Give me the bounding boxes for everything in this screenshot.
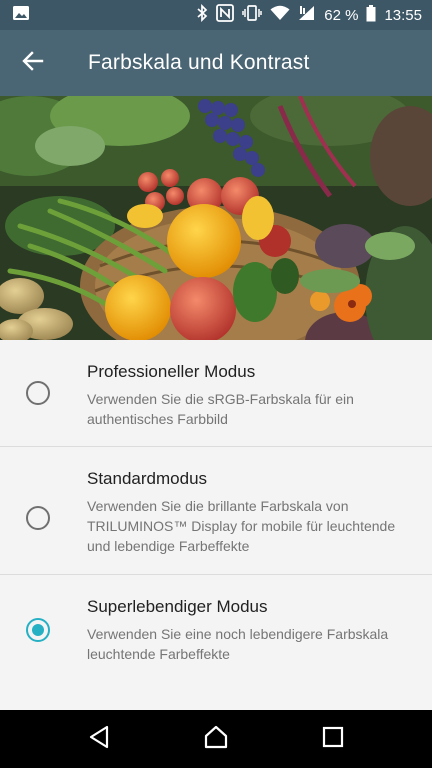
option-title: Standardmodus bbox=[87, 469, 208, 488]
recents-icon bbox=[322, 726, 344, 753]
app-bar: Farbskala und Kontrast bbox=[0, 30, 432, 96]
option-professional-mode[interactable]: Professioneller Modus Verwenden Sie die … bbox=[0, 340, 432, 447]
bluetooth-icon bbox=[196, 3, 208, 26]
clock: 13:55 bbox=[384, 6, 422, 24]
option-summary: Verwenden Sie eine noch lebendigere Farb… bbox=[87, 626, 389, 662]
nfc-icon bbox=[216, 4, 235, 26]
option-super-vivid-mode[interactable]: Superlebendiger Modus Verwenden Sie eine… bbox=[0, 575, 432, 703]
battery-percent: 62 % bbox=[324, 6, 359, 24]
status-bar: 62 % 13:55 bbox=[0, 0, 432, 30]
radio-super-vivid-mode[interactable] bbox=[26, 618, 50, 642]
nav-recents-button[interactable] bbox=[305, 716, 361, 762]
wifi-icon bbox=[270, 5, 290, 25]
back-triangle-icon bbox=[88, 725, 110, 754]
color-mode-options: Professioneller Modus Verwenden Sie die … bbox=[0, 340, 432, 703]
radio-standard-mode[interactable] bbox=[26, 506, 50, 530]
option-summary: Verwenden Sie die sRGB-Farbskala für ein… bbox=[87, 391, 354, 427]
arrow-left-icon bbox=[22, 50, 44, 77]
battery-icon bbox=[366, 4, 376, 26]
cell-signal-icon bbox=[298, 5, 316, 25]
navigation-bar bbox=[0, 710, 432, 768]
home-icon bbox=[203, 725, 229, 754]
nav-back-button[interactable] bbox=[71, 716, 127, 762]
vegetables-photo bbox=[0, 96, 432, 340]
image-notification-icon bbox=[12, 5, 30, 26]
option-title: Professioneller Modus bbox=[87, 362, 256, 381]
back-button[interactable] bbox=[0, 30, 66, 96]
radio-professional-mode[interactable] bbox=[26, 381, 50, 405]
vibrate-icon bbox=[242, 4, 262, 26]
page-title: Farbskala und Kontrast bbox=[88, 51, 310, 74]
radio-selected-dot bbox=[32, 624, 44, 636]
nav-home-button[interactable] bbox=[188, 716, 244, 762]
option-summary: Verwenden Sie die brillante Farbskala vo… bbox=[87, 498, 396, 554]
option-title: Superlebendiger Modus bbox=[87, 597, 268, 616]
option-standard-mode[interactable]: Standardmodus Verwenden Sie die brillant… bbox=[0, 447, 432, 575]
